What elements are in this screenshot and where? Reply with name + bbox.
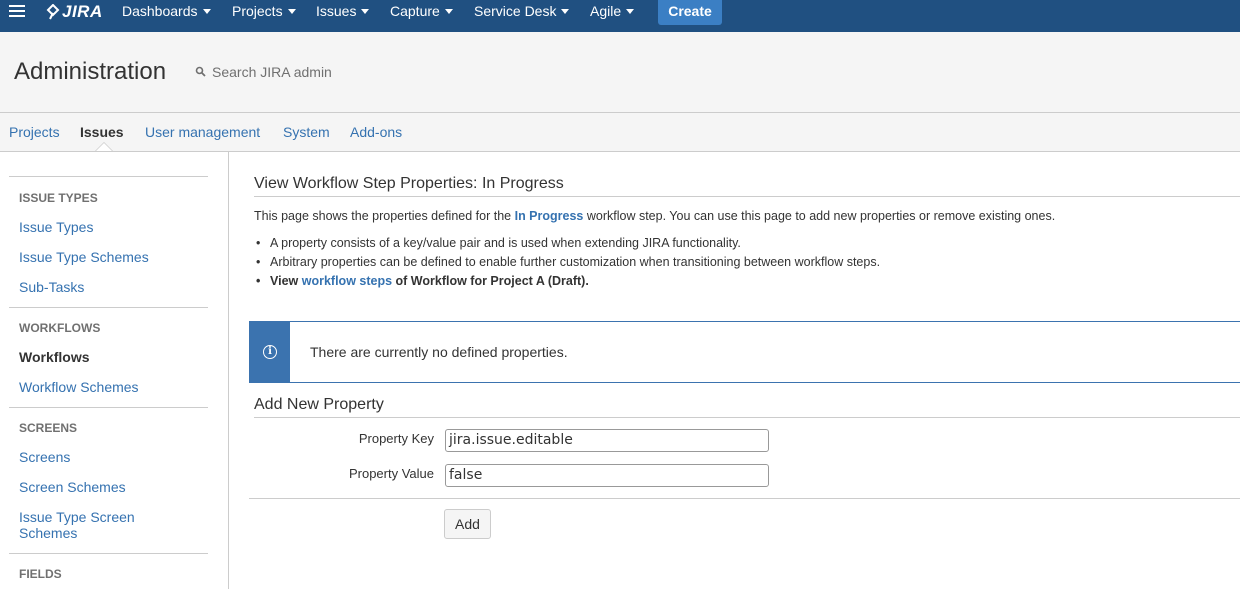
sidebar-item-issue-type-schemes[interactable]: Issue Type Schemes (19, 249, 199, 265)
property-key-input[interactable]: jira.issue.editable (445, 429, 769, 452)
search-placeholder: Search JIRA admin (212, 64, 332, 80)
sidebar-item-workflows[interactable]: Workflows (19, 349, 199, 365)
nav-label: Capture (390, 3, 440, 19)
create-button[interactable]: Create (658, 0, 722, 25)
info-bullets: A property consists of a key/value pair … (256, 236, 880, 293)
nav-issues[interactable]: Issues (316, 0, 370, 24)
desc-prefix: This page shows the properties defined f… (254, 209, 512, 223)
tab-add-ons[interactable]: Add-ons (350, 124, 402, 140)
sidebar-heading-workflows: WORKFLOWS (19, 321, 101, 335)
nav-capture[interactable]: Capture (390, 0, 453, 24)
sidebar-heading-issue-types: ISSUE TYPES (19, 191, 98, 205)
page-description: This page shows the properties defined f… (254, 209, 1055, 223)
sidebar-item-screens[interactable]: Screens (19, 449, 199, 465)
tab-issues[interactable]: Issues (80, 124, 124, 140)
active-tab-indicator-fill (96, 143, 112, 151)
caret-down-icon (626, 8, 635, 14)
workflow-steps-link[interactable]: workflow steps (302, 274, 392, 288)
page-title: Administration (14, 58, 167, 85)
admin-sidebar: ISSUE TYPES Issue Types Issue Type Schem… (0, 152, 229, 589)
admin-search[interactable]: Search JIRA admin (195, 64, 332, 80)
info-message-sidebar: i (250, 322, 290, 382)
nav-service-desk[interactable]: Service Desk (474, 0, 570, 24)
sidebar-item-screen-schemes[interactable]: Screen Schemes (19, 479, 199, 495)
sidebar-item-workflow-schemes[interactable]: Workflow Schemes (19, 379, 199, 395)
bullet-item: A property consists of a key/value pair … (256, 236, 880, 255)
sidebar-heading-fields: FIELDS (19, 567, 62, 581)
property-value-input[interactable]: false (445, 464, 769, 487)
nav-dashboards[interactable]: Dashboards (122, 0, 211, 24)
property-value-label: Property Value (348, 466, 434, 481)
nav-label: Projects (232, 3, 283, 19)
admin-header: Administration Search JIRA admin (0, 32, 1240, 113)
caret-down-icon (202, 8, 211, 14)
sidebar-item-sub-tasks[interactable]: Sub-Tasks (19, 279, 199, 295)
top-nav-bar: JIRA Dashboards Projects Issues Capture … (0, 0, 1240, 32)
add-property-heading: Add New Property (254, 396, 384, 413)
form-divider (249, 498, 1240, 499)
property-key-label: Property Key (358, 431, 434, 446)
info-message-text: There are currently no defined propertie… (310, 344, 568, 360)
sidebar-divider (9, 407, 208, 408)
jira-logo[interactable]: JIRA (46, 0, 103, 24)
logo-text: JIRA (62, 2, 103, 21)
search-icon (195, 66, 206, 77)
caret-down-icon (361, 8, 370, 14)
nav-label: Agile (590, 3, 622, 19)
nav-projects[interactable]: Projects (232, 0, 296, 24)
sidebar-heading-screens: SCREENS (19, 421, 78, 435)
step-name-link[interactable]: In Progress (515, 209, 584, 223)
info-message-box: i There are currently no defined propert… (249, 321, 1240, 383)
tab-projects[interactable]: Projects (9, 124, 60, 140)
title-divider (254, 196, 1240, 197)
info-icon: i (263, 345, 277, 359)
tab-user-management[interactable]: User management (145, 124, 260, 140)
nav-label: Issues (316, 3, 357, 19)
nav-label: Service Desk (474, 3, 557, 19)
bullet-item: Arbitrary properties can be defined to e… (256, 255, 880, 274)
sidebar-item-issue-types[interactable]: Issue Types (19, 219, 199, 235)
caret-down-icon (561, 8, 570, 14)
sidebar-divider (9, 307, 208, 308)
workflow-step-title: View Workflow Step Properties: In Progre… (254, 175, 564, 192)
sidebar-divider (9, 176, 208, 177)
nav-label: Dashboards (122, 3, 198, 19)
view-suffix: of Workflow for Project A (Draft). (395, 274, 589, 288)
nav-agile[interactable]: Agile (590, 0, 635, 24)
admin-tabs: Projects Issues User management System A… (0, 113, 1240, 152)
add-button[interactable]: Add (444, 509, 491, 539)
desc-suffix: workflow step. You can use this page to … (586, 209, 1056, 223)
app-switcher-icon[interactable] (9, 5, 25, 19)
sidebar-item-issue-type-screen-schemes[interactable]: Issue Type Screen Schemes (19, 509, 169, 541)
jira-logo-icon (46, 4, 60, 20)
caret-down-icon (287, 8, 296, 14)
add-property-divider (254, 417, 1240, 418)
caret-down-icon (444, 8, 453, 14)
tab-system[interactable]: System (283, 124, 330, 140)
bullet-item-view: View workflow steps of Workflow for Proj… (256, 274, 880, 293)
view-prefix: View (270, 274, 299, 288)
sidebar-divider (9, 553, 208, 554)
main-content: View Workflow Step Properties: In Progre… (230, 152, 1240, 589)
